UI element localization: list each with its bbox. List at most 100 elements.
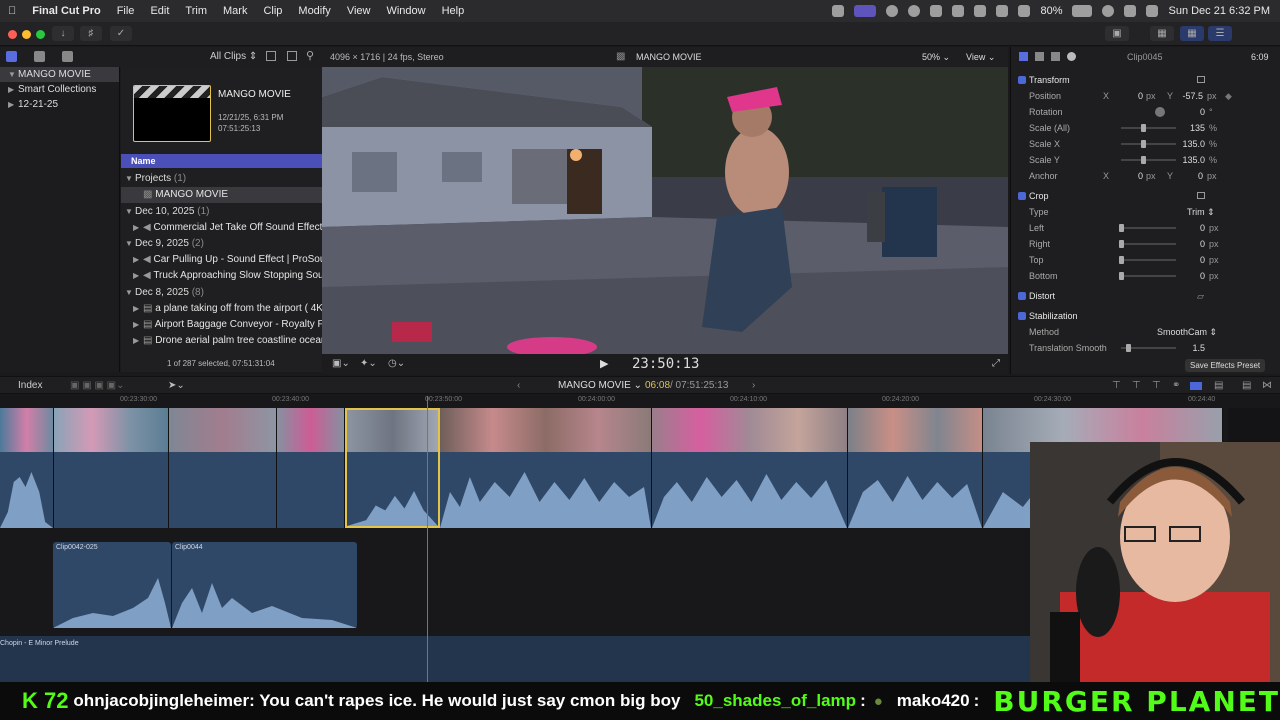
slider-knob[interactable] bbox=[1126, 344, 1131, 352]
list-item[interactable]: ▶ ▤ Airport Baggage Conveyor - Royalty Fr… bbox=[121, 317, 322, 333]
slider-knob[interactable] bbox=[1141, 140, 1146, 148]
scale-x-value[interactable]: 135.0 bbox=[1173, 136, 1205, 152]
slider-knob[interactable] bbox=[1119, 272, 1124, 280]
audio-clip[interactable] bbox=[54, 452, 169, 528]
onscreen-controls-icon[interactable]: ▱ bbox=[1197, 288, 1204, 304]
disclosure-icon[interactable]: ▶ bbox=[133, 301, 143, 317]
titles-icon[interactable] bbox=[62, 51, 73, 62]
crop-bottom-value[interactable]: 0 bbox=[1183, 268, 1205, 284]
audio-clip[interactable] bbox=[848, 452, 983, 528]
audio-skimming-icon[interactable]: ⊤ bbox=[1132, 380, 1141, 391]
audio-clip[interactable] bbox=[440, 452, 652, 528]
library-item-smart-collections[interactable]: ▶ Smart Collections bbox=[0, 82, 119, 97]
play-status-icon[interactable] bbox=[908, 5, 921, 17]
import-icon[interactable]: ↓ bbox=[52, 26, 74, 41]
stabilization-section[interactable]: Stabilization bbox=[1011, 308, 1280, 324]
recording-icon[interactable] bbox=[854, 5, 877, 17]
audio-clip[interactable] bbox=[652, 452, 848, 528]
menu-help[interactable]: Help bbox=[434, 5, 473, 17]
list-item[interactable]: ▶ ▤ a plane taking off from the airport (… bbox=[121, 301, 322, 317]
skimming-icon[interactable]: ⊤ bbox=[1112, 380, 1121, 391]
menu-window[interactable]: Window bbox=[378, 5, 433, 17]
bluetooth-icon[interactable] bbox=[996, 5, 1009, 17]
disclosure-icon[interactable]: ▶ bbox=[8, 97, 18, 112]
translation-smooth-slider[interactable] bbox=[1121, 344, 1176, 352]
group-projects[interactable]: ▼ Projects (1) bbox=[121, 171, 322, 187]
video-inspector-icon[interactable] bbox=[1019, 52, 1028, 61]
disclosure-icon[interactable]: ▶ bbox=[133, 220, 143, 236]
video-clip[interactable] bbox=[169, 408, 277, 452]
video-clip[interactable] bbox=[440, 408, 652, 452]
speed-icon[interactable]: ◷⌄ bbox=[388, 358, 405, 369]
crop-type-select[interactable]: Trim ⇕ bbox=[1187, 204, 1215, 220]
position-x-value[interactable]: 0 bbox=[1123, 88, 1143, 104]
list-item[interactable]: ▶ ◀ Truck Approaching Slow Stopping Sound bbox=[121, 268, 322, 284]
app-menu[interactable]: Final Cut Pro bbox=[24, 5, 108, 17]
zoom-menu[interactable]: 50% ⌄ bbox=[922, 52, 950, 63]
effects-browser-icon[interactable]: ▤ bbox=[1242, 380, 1251, 391]
anchor-y-value[interactable]: 0 bbox=[1179, 168, 1203, 184]
disclosure-icon[interactable]: ▶ bbox=[133, 317, 143, 333]
slider-knob[interactable] bbox=[1141, 124, 1146, 132]
audio-clip[interactable] bbox=[0, 452, 54, 528]
library-item-event[interactable]: ▶ 12-21-25 bbox=[0, 97, 119, 112]
keyword-icon[interactable]: ♯ bbox=[80, 26, 102, 41]
control-center-icon[interactable] bbox=[1124, 5, 1137, 17]
display-icon[interactable] bbox=[952, 5, 965, 17]
menu-trim[interactable]: Trim bbox=[177, 5, 215, 17]
transform-tool-icon[interactable]: ▣⌄ bbox=[332, 358, 350, 369]
select-tool-icon[interactable]: ➤⌄ bbox=[168, 380, 185, 391]
status-icon[interactable] bbox=[832, 5, 845, 17]
group-dec-10[interactable]: ▼ Dec 10, 2025 (1) bbox=[121, 204, 322, 220]
apple-icon[interactable]:  bbox=[0, 5, 24, 17]
close-button[interactable] bbox=[8, 30, 17, 39]
stabilization-checkbox[interactable] bbox=[1018, 312, 1026, 320]
audio-inspector-icon[interactable] bbox=[1051, 52, 1060, 61]
list-item[interactable]: ▶ ◀ Car Pulling Up - Sound Effect | ProSo… bbox=[121, 252, 322, 268]
scale-x-slider[interactable] bbox=[1121, 140, 1176, 148]
scale-all-slider[interactable] bbox=[1121, 124, 1176, 132]
forward-icon[interactable]: › bbox=[752, 380, 755, 391]
disclosure-icon[interactable]: ▶ bbox=[133, 333, 143, 349]
list-item[interactable]: ▩ MANGO MOVIE bbox=[121, 187, 322, 203]
play-icon[interactable]: ▶ bbox=[600, 357, 608, 370]
list-item[interactable]: ▶ ◀ Commercial Jet Take Off Sound Effect bbox=[121, 220, 322, 236]
enhance-icon[interactable]: ✦⌄ bbox=[360, 358, 377, 369]
selected-video-clip[interactable] bbox=[345, 408, 440, 452]
crop-bottom-slider[interactable] bbox=[1119, 272, 1176, 280]
edit-tools-icon[interactable]: ▣ ▣ ▣ ▣⌄ bbox=[70, 380, 125, 391]
view-menu[interactable]: View ⌄ bbox=[966, 52, 995, 63]
search-icon[interactable]: ⚲ bbox=[306, 49, 314, 62]
scale-y-value[interactable]: 135.0 bbox=[1173, 152, 1205, 168]
clip-filter[interactable]: All Clips ⇕ bbox=[210, 51, 257, 62]
layout-icon[interactable]: ▦ bbox=[1180, 26, 1204, 41]
disclosure-icon[interactable]: ▶ bbox=[8, 82, 18, 97]
rotation-value[interactable]: 0 bbox=[1183, 104, 1205, 120]
crop-left-value[interactable]: 0 bbox=[1183, 220, 1205, 236]
share-icon[interactable]: ▣ bbox=[1105, 26, 1129, 41]
anchor-x-value[interactable]: 0 bbox=[1123, 168, 1143, 184]
transitions-browser-icon[interactable]: ⋈ bbox=[1262, 380, 1272, 391]
slider-knob[interactable] bbox=[1119, 240, 1124, 248]
headphones-icon[interactable]: ⚭ bbox=[1172, 380, 1180, 391]
playhead[interactable] bbox=[427, 396, 428, 682]
siri-icon[interactable] bbox=[1146, 5, 1159, 17]
disclosure-icon[interactable]: ▶ bbox=[133, 268, 143, 284]
timeline[interactable]: 00:23:30:00 00:23:40:00 00:23:50:00 00:2… bbox=[0, 394, 1280, 682]
save-effects-preset-button[interactable]: Save Effects Preset bbox=[1185, 359, 1266, 372]
layout-icon[interactable]: ▦ bbox=[1150, 26, 1174, 41]
menu-modify[interactable]: Modify bbox=[290, 5, 338, 17]
list-item[interactable]: ▶ ▤ Drone aerial palm tree coastline ocea… bbox=[121, 333, 322, 349]
wifi-icon[interactable] bbox=[1018, 5, 1031, 17]
audio-clip[interactable] bbox=[277, 452, 345, 528]
zoom-button[interactable] bbox=[36, 30, 45, 39]
status-icon[interactable] bbox=[886, 5, 899, 17]
crop-right-value[interactable]: 0 bbox=[1183, 236, 1205, 252]
audio-clip[interactable] bbox=[169, 452, 277, 528]
menu-file[interactable]: File bbox=[109, 5, 143, 17]
group-dec-9[interactable]: ▼ Dec 9, 2025 (2) bbox=[121, 236, 322, 252]
disclosure-icon[interactable]: ▶ bbox=[133, 252, 143, 268]
display-icon[interactable] bbox=[974, 5, 987, 17]
crop-top-value[interactable]: 0 bbox=[1183, 252, 1205, 268]
group-dec-8[interactable]: ▼ Dec 8, 2025 (8) bbox=[121, 285, 322, 301]
